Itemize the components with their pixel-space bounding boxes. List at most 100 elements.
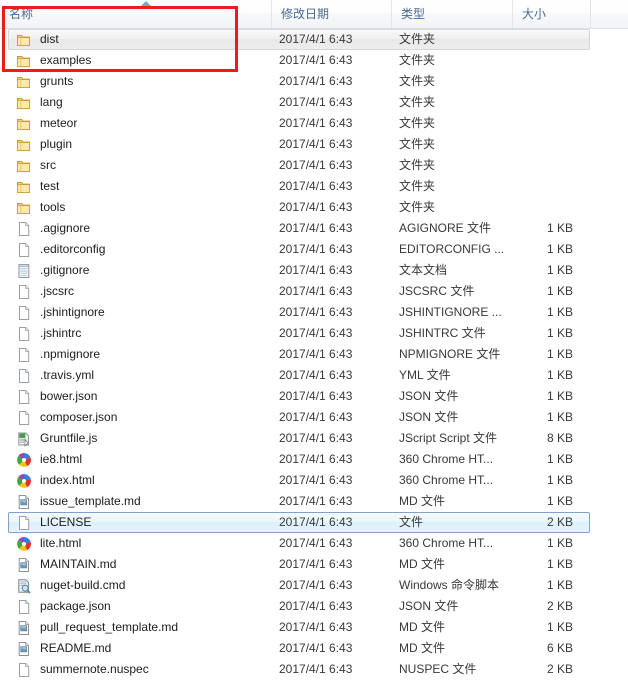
file-list-row[interactable]: lang 2017/4/1 6:43 文件夹: [0, 92, 628, 113]
file-list-row[interactable]: .jshintignore 2017/4/1 6:43 JSHINTIGNORE .…: [0, 302, 628, 323]
cell-name[interactable]: .agignore: [16, 218, 266, 239]
file-list-row[interactable]: .gitignore 2017/4/1 6:43 文本文档 1 KB: [0, 260, 628, 281]
file-type-label: JSHINTIGNORE ...: [399, 305, 502, 319]
cell-type: JSON 文件: [399, 386, 512, 407]
cell-name[interactable]: LICENSE: [16, 512, 266, 533]
cell-name[interactable]: composer.json: [16, 407, 266, 428]
cell-name[interactable]: src: [16, 155, 266, 176]
file-list-row[interactable]: examples 2017/4/1 6:43 文件夹: [0, 50, 628, 71]
file-list-row[interactable]: tools 2017/4/1 6:43 文件夹: [0, 197, 628, 218]
file-list-row[interactable]: nuget-build.cmd 2017/4/1 6:43 Windows 命令脚本…: [0, 575, 628, 596]
cell-type: NUSPEC 文件: [399, 659, 512, 680]
file-list-row[interactable]: grunts 2017/4/1 6:43 文件夹: [0, 71, 628, 92]
cell-name[interactable]: .gitignore: [16, 260, 266, 281]
file-list-row[interactable]: Gruntfile.js 2017/4/1 6:43 JScript Script …: [0, 428, 628, 449]
file-list-row[interactable]: summernote.nuspec 2017/4/1 6:43 NUSPEC 文件 2…: [0, 659, 628, 680]
file-name-label: plugin: [40, 137, 73, 151]
file-list-row[interactable]: plugin 2017/4/1 6:43 文件夹: [0, 134, 628, 155]
file-list-row[interactable]: .travis.yml 2017/4/1 6:43 YML 文件 1 KB: [0, 365, 628, 386]
file-list-row[interactable]: .editorconfig 2017/4/1 6:43 EDITORCONFIG .…: [0, 239, 628, 260]
file-list-row[interactable]: .agignore 2017/4/1 6:43 AGIGNORE 文件 1 KB: [0, 218, 628, 239]
cell-name[interactable]: .jshintrc: [16, 323, 266, 344]
file-list-row[interactable]: LICENSE 2017/4/1 6:43 文件 2 KB: [0, 512, 628, 533]
chrome360-icon: [16, 452, 32, 468]
cell-name[interactable]: .jshintignore: [16, 302, 266, 323]
cell-size: [512, 29, 582, 50]
file-list-row[interactable]: test 2017/4/1 6:43 文件夹: [0, 176, 628, 197]
cell-size: 2 KB: [512, 596, 582, 617]
cell-name[interactable]: examples: [16, 50, 266, 71]
text-file-icon: [16, 263, 32, 279]
cell-name[interactable]: .travis.yml: [16, 365, 266, 386]
cell-name[interactable]: summernote.nuspec: [16, 659, 266, 680]
file-list-row[interactable]: src 2017/4/1 6:43 文件夹: [0, 155, 628, 176]
file-name-label: LICENSE: [40, 515, 92, 529]
file-list[interactable]: dist 2017/4/1 6:43 文件夹 examples 2017/4/1 6:4…: [0, 29, 628, 693]
cell-name[interactable]: lang: [16, 92, 266, 113]
cell-name[interactable]: pull_request_template.md: [16, 617, 266, 638]
cell-date-modified: 2017/4/1 6:43: [279, 365, 391, 386]
cell-name[interactable]: nuget-build.cmd: [16, 575, 266, 596]
cell-date-modified: 2017/4/1 6:43: [279, 386, 391, 407]
file-list-row[interactable]: .jshintrc 2017/4/1 6:43 JSHINTRC 文件 1 KB: [0, 323, 628, 344]
cell-name[interactable]: meteor: [16, 113, 266, 134]
cell-name[interactable]: dist: [16, 29, 266, 50]
column-header-name[interactable]: 名称: [0, 0, 271, 28]
file-list-row[interactable]: README.md 2017/4/1 6:43 MD 文件 6 KB: [0, 638, 628, 659]
file-name-label: .travis.yml: [40, 368, 94, 382]
date-modified-label: 2017/4/1 6:43: [279, 452, 353, 466]
cell-name[interactable]: .editorconfig: [16, 239, 266, 260]
cell-name[interactable]: .jscsrc: [16, 281, 266, 302]
cell-size: 1 KB: [512, 218, 582, 239]
cell-date-modified: 2017/4/1 6:43: [279, 428, 391, 449]
cell-type: 文本文档: [399, 260, 512, 281]
file-list-row[interactable]: package.json 2017/4/1 6:43 JSON 文件 2 KB: [0, 596, 628, 617]
cell-name[interactable]: issue_template.md: [16, 491, 266, 512]
cell-name[interactable]: tools: [16, 197, 266, 218]
column-header-date-modified[interactable]: 修改日期: [271, 0, 391, 28]
file-name-label: examples: [40, 53, 92, 67]
file-type-label: 文件夹: [399, 116, 436, 130]
date-modified-label: 2017/4/1 6:43: [279, 599, 353, 613]
cell-name[interactable]: Gruntfile.js: [16, 428, 266, 449]
cell-name[interactable]: package.json: [16, 596, 266, 617]
cell-name[interactable]: bower.json: [16, 386, 266, 407]
file-list-row[interactable]: bower.json 2017/4/1 6:43 JSON 文件 1 KB: [0, 386, 628, 407]
file-list-row[interactable]: index.html 2017/4/1 6:43 360 Chrome HT... 1…: [0, 470, 628, 491]
file-name-label: nuget-build.cmd: [40, 578, 126, 592]
file-list-row[interactable]: meteor 2017/4/1 6:43 文件夹: [0, 113, 628, 134]
cell-name[interactable]: ie8.html: [16, 449, 266, 470]
file-list-row[interactable]: dist 2017/4/1 6:43 文件夹: [0, 29, 628, 50]
file-type-label: 360 Chrome HT...: [399, 452, 494, 466]
file-list-row[interactable]: ie8.html 2017/4/1 6:43 360 Chrome HT... 1 K…: [0, 449, 628, 470]
cell-name[interactable]: .npmignore: [16, 344, 266, 365]
file-name-label: lang: [40, 95, 63, 109]
file-list-row[interactable]: composer.json 2017/4/1 6:43 JSON 文件 1 KB: [0, 407, 628, 428]
file-name-label: Gruntfile.js: [40, 431, 98, 445]
file-list-row[interactable]: MAINTAIN.md 2017/4/1 6:43 MD 文件 1 KB: [0, 554, 628, 575]
cell-name[interactable]: README.md: [16, 638, 266, 659]
cell-name[interactable]: lite.html: [16, 533, 266, 554]
file-name-label: test: [40, 179, 60, 193]
cell-type: 360 Chrome HT...: [399, 533, 512, 554]
column-header-type-label: 类型: [401, 7, 426, 21]
column-header-size[interactable]: 大小: [512, 0, 590, 28]
cell-name[interactable]: grunts: [16, 71, 266, 92]
column-header-type[interactable]: 类型: [391, 0, 512, 28]
cell-size: 1 KB: [512, 617, 582, 638]
cell-name[interactable]: MAINTAIN.md: [16, 554, 266, 575]
date-modified-label: 2017/4/1 6:43: [279, 32, 353, 46]
cell-name[interactable]: test: [16, 176, 266, 197]
file-list-row[interactable]: lite.html 2017/4/1 6:43 360 Chrome HT... 1 …: [0, 533, 628, 554]
file-list-row[interactable]: issue_template.md 2017/4/1 6:43 MD 文件 1 KB: [0, 491, 628, 512]
file-list-row[interactable]: .jscsrc 2017/4/1 6:43 JSCSRC 文件 1 KB: [0, 281, 628, 302]
file-size-label: 1 KB: [546, 221, 573, 235]
cell-name[interactable]: index.html: [16, 470, 266, 491]
file-list-row[interactable]: pull_request_template.md 2017/4/1 6:43 MD …: [0, 617, 628, 638]
file-type-label: 文件夹: [399, 32, 436, 46]
date-modified-label: 2017/4/1 6:43: [279, 641, 353, 655]
cell-size: 1 KB: [512, 554, 582, 575]
folder-icon: [16, 116, 32, 132]
cell-name[interactable]: plugin: [16, 134, 266, 155]
file-list-row[interactable]: .npmignore 2017/4/1 6:43 NPMIGNORE 文件 1 KB: [0, 344, 628, 365]
